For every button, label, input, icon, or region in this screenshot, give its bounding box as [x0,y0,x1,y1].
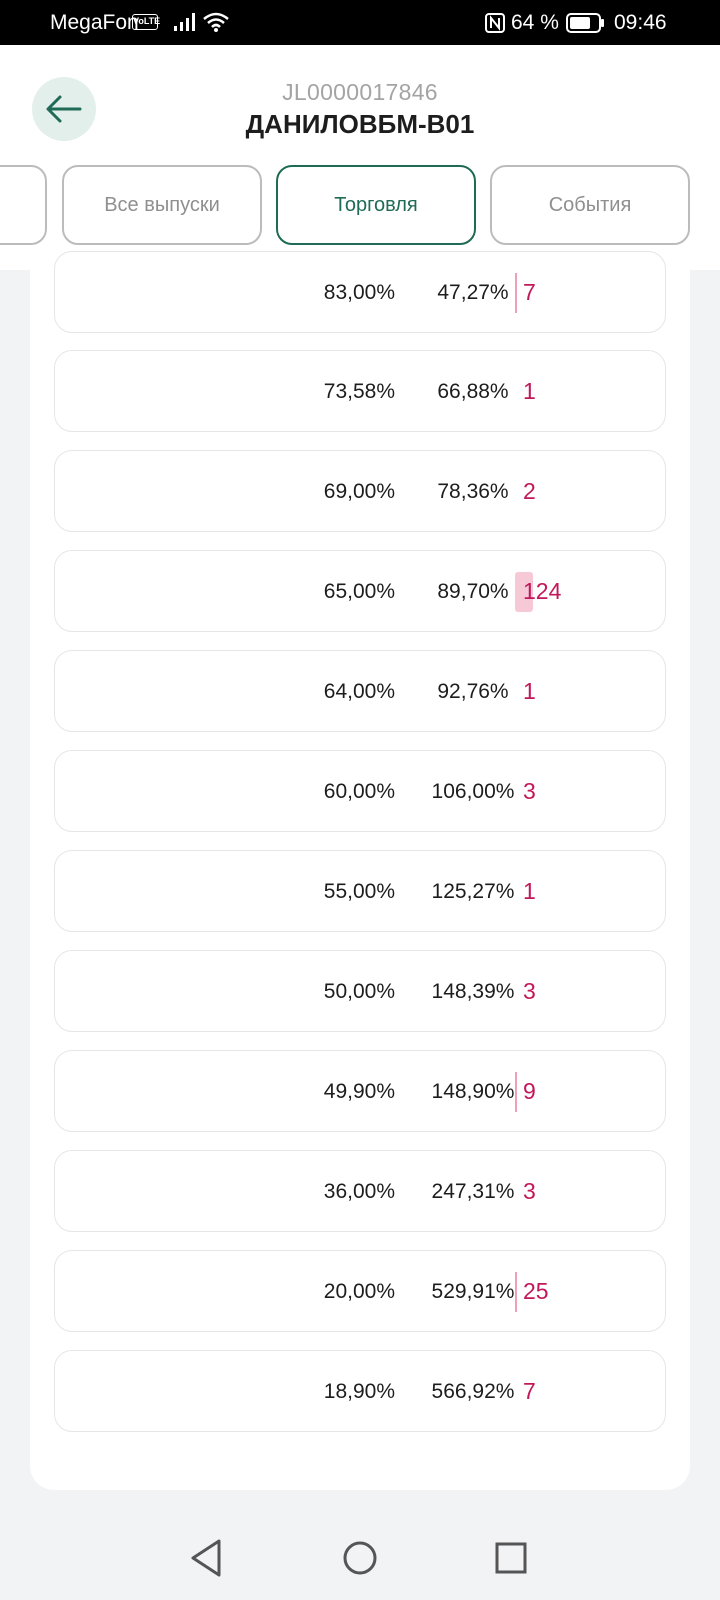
order-row[interactable]: 64,00% 92,76% 1 [54,650,666,732]
quantity-value: 3 [523,978,536,1004]
yield-value: 92,76% [437,680,509,703]
clock: 09:46 [614,11,667,34]
yield-value: 247,31% [431,1180,515,1203]
order-row[interactable]: 73,58% 66,88% 1 [54,350,666,432]
security-code: JL0000017846 [282,79,438,105]
back-nav-icon[interactable] [188,1538,224,1578]
quantity-value: 9 [523,1078,536,1104]
order-row[interactable]: 49,90% 148,90% 9 [54,1050,666,1132]
quantity-bar [515,273,517,313]
order-row[interactable]: 20,00% 529,91% 25 [54,1250,666,1332]
yield-value: 566,92% [431,1380,515,1403]
tab-previous[interactable] [0,165,47,245]
yield-value: 47,27% [437,281,509,304]
quantity-value: 1 [523,678,536,704]
battery-icon [566,13,604,33]
tab-all-issues[interactable]: Все выпуски [62,165,262,245]
quantity-value: 124 [523,578,562,604]
quantity-value: 1 [523,878,536,904]
signal-icon [174,13,195,31]
price-value: 36,00% [323,1180,395,1203]
system-nav-bar [0,1520,720,1600]
page-title: ДАНИЛОВБМ-В01 [245,109,475,139]
quantity-bar [515,1072,517,1112]
price-value: 55,00% [323,880,395,903]
status-bar: MegaFon VoLTE 64 % 09:46 [0,0,720,45]
yield-value: 66,88% [437,380,509,403]
price-value: 69,00% [323,480,395,503]
battery-percent: 64 % [511,11,559,34]
recents-nav-icon[interactable] [494,1541,528,1575]
order-row[interactable]: 36,00% 247,31% 3 [54,1150,666,1232]
price-value: 60,00% [323,780,395,803]
price-value: 20,00% [323,1280,395,1303]
tab-label: Все выпуски [104,193,220,216]
home-nav-icon[interactable] [342,1540,378,1576]
carrier-name: MegaFon [50,11,139,34]
yield-value: 529,91% [431,1280,515,1303]
order-row[interactable]: 83,00% 47,27% 7 [54,251,666,333]
tab-trading[interactable]: Торговля [276,165,476,245]
price-value: 73,58% [323,380,395,403]
order-row[interactable]: 18,90% 566,92% 7 [54,1350,666,1432]
quantity-bar [515,1272,517,1312]
tab-events[interactable]: События [490,165,690,245]
tab-label: События [548,193,632,216]
yield-value: 78,36% [437,480,509,503]
yield-value: 148,39% [431,980,515,1003]
quantity-value: 1 [523,378,536,404]
order-book-card: 83,00% 47,27% 7 73,58% 66,88% 1 69,00% 7… [30,251,690,1490]
price-value: 49,90% [323,1080,395,1103]
header: JL0000017846 ДАНИЛОВБМ-В01 Все выпуски Т… [0,45,720,270]
quantity-value: 7 [523,1378,536,1404]
quantity-value: 25 [523,1278,549,1304]
yield-value: 106,00% [431,780,515,803]
quantity-value: 3 [523,1178,536,1204]
price-value: 83,00% [323,281,395,304]
volte-icon: VoLTE [132,14,160,30]
price-value: 64,00% [323,680,395,703]
order-row[interactable]: 50,00% 148,39% 3 [54,950,666,1032]
order-row[interactable]: 69,00% 78,36% 2 [54,450,666,532]
quantity-value: 3 [523,778,536,804]
price-value: 65,00% [323,580,395,603]
quantity-value: 7 [523,279,536,305]
nfc-icon [485,13,505,33]
quantity-value: 2 [523,478,536,504]
order-row[interactable]: 60,00% 106,00% 3 [54,750,666,832]
yield-value: 148,90% [431,1080,515,1103]
price-value: 50,00% [323,980,395,1003]
wifi-icon [203,12,229,32]
order-row[interactable]: 65,00% 89,70% 124 [54,550,666,632]
yield-value: 125,27% [431,880,515,903]
yield-value: 89,70% [437,580,509,603]
order-row[interactable]: 55,00% 125,27% 1 [54,850,666,932]
price-value: 18,90% [323,1380,395,1403]
tab-label: Торговля [334,193,418,216]
